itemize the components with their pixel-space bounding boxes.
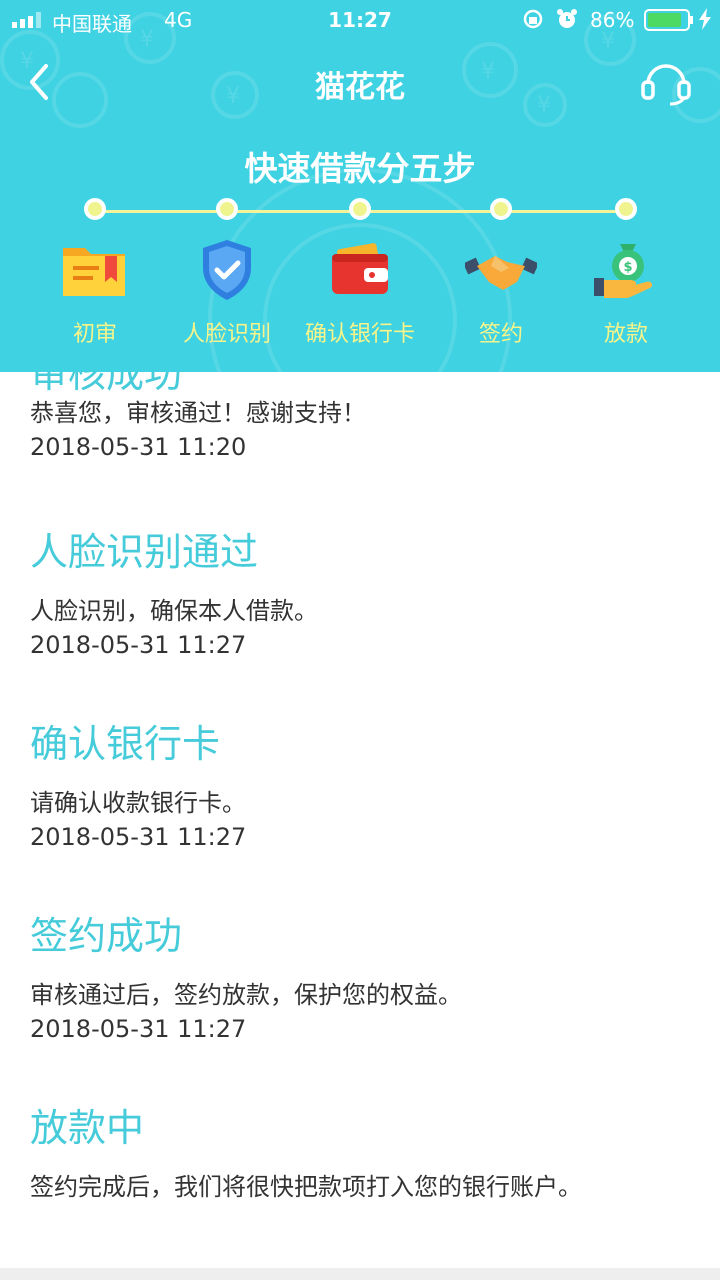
wallet-icon [332,243,388,294]
shield-check-icon [203,240,251,300]
money-bag-icon: $ [594,244,653,298]
timeline-time: 2018-05-31 11:27 [30,1015,247,1043]
customer-service-headset-icon[interactable] [640,56,692,106]
alarm-icon [557,9,577,28]
step-dot [84,198,106,220]
step-label: 确认银行卡 [304,322,415,347]
folder-icon [63,248,125,296]
rotation-lock-icon [523,9,543,29]
battery-percent: 86% [590,8,635,32]
step-disbursement: $ 放款 [546,198,706,348]
header-panel: ¥ ¥ ¥ ¥ ¥ ¥ 中国联通 4G 11:27 86% 猫花花 快速借款分五… [0,0,720,372]
battery-icon [644,9,693,31]
handshake-icon [465,256,537,290]
bottom-divider [0,1268,720,1280]
timeline-title: 放款中 [30,1106,145,1150]
timeline-desc: 签约完成后，我们将很快把款项打入您的银行账户。 [30,1173,582,1201]
timeline-item-sign: 签约成功 审核通过后，签约放款，保护您的权益。 2018-05-31 11:27 [30,914,710,1046]
timeline-item-face: 人脸识别通过 人脸识别，确保本人借款。 2018-05-31 11:27 [30,530,710,662]
step-label: 放款 [603,322,648,347]
timeline-time: 2018-05-31 11:27 [30,631,247,659]
timeline-title: 确认银行卡 [30,722,221,766]
status-bar: 中国联通 4G 11:27 86% [0,0,720,40]
timeline-title: 人脸识别通过 [30,530,259,574]
timeline-item-bankcard: 确认银行卡 请确认收款银行卡。 2018-05-31 11:27 [30,722,710,854]
step-dot [615,198,637,220]
step-dot [216,198,238,220]
svg-text:$: $ [623,260,632,275]
timeline-desc: 恭喜您，审核通过！感谢支持！ [30,399,366,427]
timeline-item-disburse: 放款中 签约完成后，我们将很快把款项打入您的银行账户。 [30,1106,710,1204]
timeline-time: 2018-05-31 11:20 [30,433,247,461]
steps-title: 快速借款分五步 [244,149,476,188]
step-dot [490,198,512,220]
step-dot [349,198,371,220]
timeline-desc: 人脸识别，确保本人借款。 [30,597,318,625]
page-title: 猫花花 [315,70,405,105]
timeline-title: 签约成功 [30,914,183,958]
timeline-desc: 审核通过后，签约放款，保护您的权益。 [30,981,462,1009]
timeline-desc: 请确认收款银行卡。 [30,789,246,817]
timeline-time: 2018-05-31 11:27 [30,823,247,851]
step-confirm-bank-card: 确认银行卡 [280,198,440,348]
charging-bolt-icon [699,8,711,30]
